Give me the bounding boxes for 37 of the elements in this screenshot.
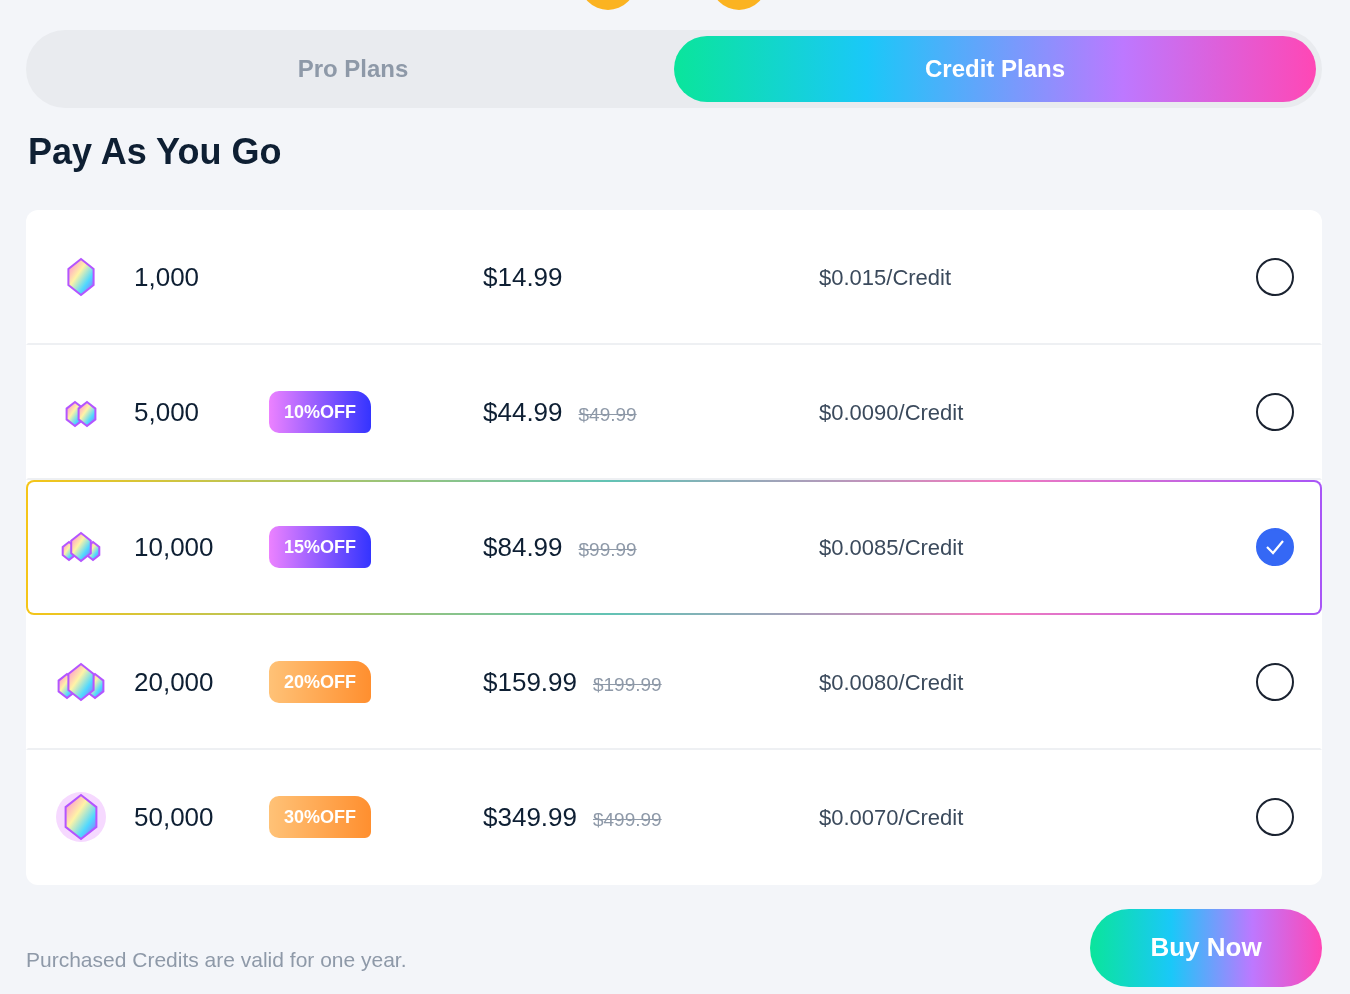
check-icon: [1265, 539, 1285, 556]
discount-badge: 15%OFF: [269, 526, 371, 569]
plan-row[interactable]: 50,000 30%OFF $349.99 $499.99 $0.0070/Credit: [26, 749, 1322, 885]
credit-amount: 5,000: [134, 396, 200, 427]
price-per-credit: $0.0090/Credit: [819, 399, 964, 425]
plan-row[interactable]: 5,000 10%OFF $44.99 $49.99 $0.0090/Credit: [26, 344, 1322, 480]
radio-button[interactable]: [1256, 663, 1294, 702]
price-per-credit: $0.0070/Credit: [819, 804, 964, 830]
section-heading: Pay As You Go: [28, 132, 283, 172]
discount-badge: 10%OFF: [269, 391, 371, 434]
price-per-credit: $0.015/Credit: [819, 264, 952, 290]
price-per-credit: $0.0080/Credit: [819, 669, 964, 695]
credit-amount: 20,000: [134, 666, 214, 697]
price-per-credit: $0.0085/Credit: [819, 534, 964, 560]
original-price: $49.99: [578, 402, 637, 427]
plan-row[interactable]: 20,000 20%OFF $159.99 $199.99 $0.0080/Credit: [26, 614, 1322, 750]
validity-note: Purchased Credits are valid for one year.: [26, 946, 407, 973]
original-price: $499.99: [593, 807, 662, 832]
discount-badge: 20%OFF: [269, 661, 371, 704]
original-price: $99.99: [578, 537, 637, 562]
plan-row[interactable]: 10,000 15%OFF $84.99 $99.99 $0.0085/Credit: [26, 479, 1322, 615]
credit-amount: 1,000: [134, 261, 200, 292]
credit-amount: 50,000: [134, 801, 214, 832]
radio-button[interactable]: [1256, 798, 1294, 837]
original-price: $199.99: [593, 672, 662, 697]
discount-badge: 30%OFF: [269, 796, 371, 839]
plan-row[interactable]: 1,000 $14.99 $0.015/Credit: [26, 209, 1322, 345]
radio-button[interactable]: [1256, 393, 1294, 432]
price: $44.99: [483, 395, 563, 429]
price: $349.99: [483, 800, 577, 834]
credit-amount: 10,000: [134, 531, 214, 562]
price: $14.99: [483, 260, 563, 294]
gem-icon: [55, 791, 107, 844]
price: $84.99: [483, 530, 563, 564]
radio-button[interactable]: [1256, 528, 1294, 567]
price: $159.99: [483, 665, 577, 699]
radio-button[interactable]: [1256, 258, 1294, 297]
